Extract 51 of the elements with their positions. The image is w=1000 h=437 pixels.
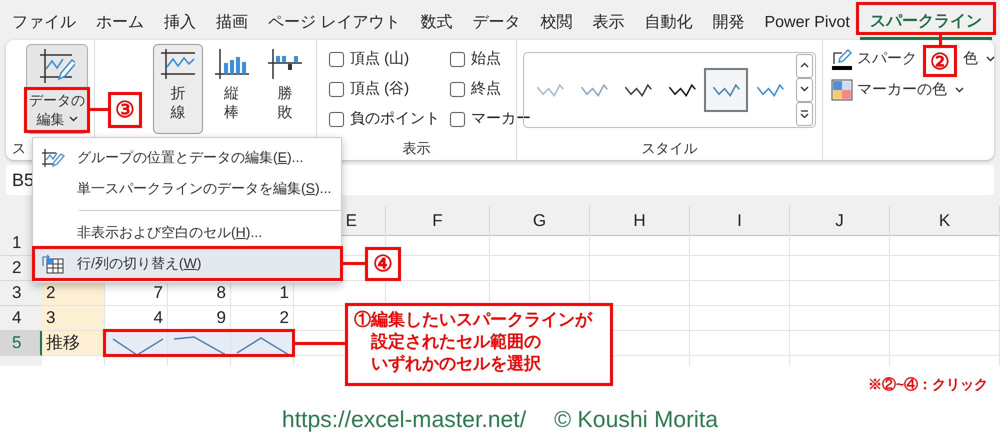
column-header[interactable]: H	[590, 206, 690, 236]
table-cell: 4	[105, 306, 168, 331]
checkbox-option[interactable]: 始点	[450, 44, 531, 74]
ribbon-tab[interactable]: 自動化	[634, 6, 702, 40]
menu-item[interactable]: グループの位置とデータの編集(E)...	[33, 142, 341, 173]
column-header[interactable]: I	[690, 206, 790, 236]
checkbox-option[interactable]: 終点	[450, 74, 531, 104]
group-label: ス	[12, 139, 26, 158]
instruction-note: ①編集したいスパークラインが 設定されたセル範囲の いずれかのセルを選択	[345, 303, 613, 386]
ribbon-tab[interactable]: データ	[462, 6, 530, 40]
checkbox-option[interactable]: 頂点 (山)	[329, 44, 440, 74]
checkbox-option[interactable]: 負のポイント	[329, 104, 440, 134]
step-number: ④	[365, 246, 401, 280]
chart-type-button[interactable]: 勝敗	[260, 44, 310, 134]
group-label: 表示	[402, 139, 430, 158]
column-header[interactable]: G	[490, 206, 590, 236]
ribbon-tab[interactable]: 表示	[582, 6, 634, 40]
ribbon-tab[interactable]: Power Pivot	[754, 6, 860, 40]
table-cell: 推移	[42, 331, 105, 356]
table-cell: 2	[42, 281, 105, 306]
ribbon-tab[interactable]: ホーム	[86, 6, 154, 40]
table-cell: 2	[231, 306, 294, 331]
ribbon-tab[interactable]: 開発	[702, 6, 754, 40]
site-url: https://excel-master.net/	[282, 405, 526, 434]
group-label: スタイル	[642, 139, 698, 158]
edit-data-button[interactable]: データの 編集	[26, 44, 88, 134]
menu-item[interactable]: 行/列の切り替え(W)	[33, 248, 341, 279]
ribbon-tab[interactable]: 数式	[410, 6, 462, 40]
table-cell: 9	[168, 306, 231, 331]
step-number: ③	[108, 92, 142, 128]
ribbon-tab[interactable]: ファイル	[2, 6, 86, 40]
menu-item[interactable]: 非表示および空白のセル(H)...	[33, 217, 341, 248]
chart-type-button[interactable]: 折線	[153, 44, 203, 134]
row-header[interactable]: 4	[0, 306, 42, 331]
note-text: ※②~④：クリック	[868, 376, 988, 392]
column-header[interactable]: K	[890, 206, 1000, 236]
ribbon-tab[interactable]: 校閲	[530, 6, 582, 40]
ribbon-tab[interactable]: 挿入	[154, 6, 206, 40]
column-header[interactable]: F	[386, 206, 490, 236]
row-header[interactable]: 5	[0, 331, 42, 356]
ribbon-tab[interactable]: ページ レイアウト	[258, 6, 410, 40]
row-header[interactable]: 3	[0, 281, 42, 306]
column-header[interactable]: J	[790, 206, 890, 236]
copyright-text: © Koushi Morita	[554, 405, 718, 434]
menu-item[interactable]: 単一スパークラインのデータを編集(S)...	[33, 173, 341, 204]
ribbon-tab[interactable]: 描画	[206, 6, 258, 40]
checkbox-option[interactable]: 頂点 (谷)	[329, 74, 440, 104]
chart-type-button[interactable]: 縦棒	[206, 44, 256, 134]
step-number: ②	[923, 45, 957, 77]
table-cell: 3	[42, 306, 105, 331]
marker-color-button[interactable]: マーカーの色	[827, 76, 999, 103]
